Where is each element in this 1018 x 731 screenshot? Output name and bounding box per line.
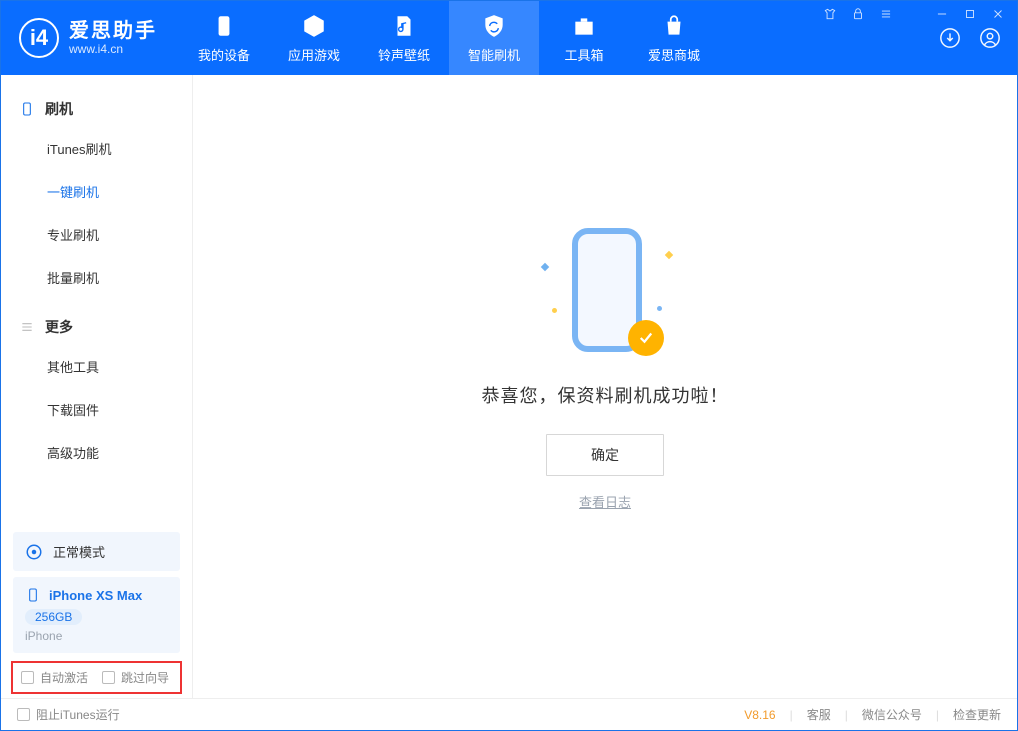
sidebar-bottom: 正常模式 iPhone XS Max 256GB iPhone 自动激活 跳过向… [1,526,192,698]
title-bar: i4 爱思助手 www.i4.cn 我的设备 应用游戏 铃声壁纸 智能刷机 [1,1,1017,75]
close-button[interactable] [989,7,1007,21]
status-bar: 阻止iTunes运行 V8.16 | 客服 | 微信公众号 | 检查更新 [1,698,1017,730]
sidebar-item-oneclick-flash[interactable]: 一键刷机 [1,170,192,213]
shield-sync-icon [481,13,507,39]
dot-icon [552,308,557,313]
nav-tabs: 我的设备 应用游戏 铃声壁纸 智能刷机 工具箱 爱思商城 [179,1,719,75]
skip-guide-checkbox[interactable]: 跳过向导 [102,669,169,686]
mode-card[interactable]: 正常模式 [13,532,180,571]
bag-icon [661,13,687,39]
list-icon [19,319,35,335]
sidebar-section-flash: 刷机 [1,93,192,127]
sidebar-item-batch-flash[interactable]: 批量刷机 [1,256,192,299]
tab-ring-wall[interactable]: 铃声壁纸 [359,1,449,75]
sidebar-item-download-fw[interactable]: 下载固件 [1,388,192,431]
tab-toolbox[interactable]: 工具箱 [539,1,629,75]
chk-label: 跳过向导 [121,669,169,686]
dot-icon [657,306,662,311]
separator: | [790,708,793,722]
cube-icon [301,13,327,39]
app-url: www.i4.cn [69,42,157,56]
mode-icon [25,543,43,561]
lock-icon[interactable] [849,7,867,21]
highlighted-options: 自动激活 跳过向导 [11,661,182,694]
sidebar-item-advanced[interactable]: 高级功能 [1,431,192,474]
sidebar-item-other-tools[interactable]: 其他工具 [1,345,192,388]
tab-label: 智能刷机 [468,45,520,64]
sparkle-icon [665,251,673,259]
menu-icon[interactable] [877,7,895,21]
device-icon [19,101,35,117]
toolbox-icon [571,13,597,39]
tab-label: 工具箱 [564,45,603,64]
device-card[interactable]: iPhone XS Max 256GB iPhone [13,577,180,653]
device-phone-icon [25,587,41,603]
tab-label: 爱思商城 [648,45,700,64]
wechat-link[interactable]: 微信公众号 [862,706,922,723]
mode-label: 正常模式 [53,542,105,561]
separator: | [845,708,848,722]
music-file-icon [391,13,417,39]
logo-icon: i4 [19,18,59,58]
main-content: 恭喜您，保资料刷机成功啦！ 确定 查看日志 [193,75,1017,698]
chk-label: 阻止iTunes运行 [36,706,120,723]
device-capacity: 256GB [25,609,82,625]
window-controls [821,7,1007,21]
download-button[interactable] [937,25,963,51]
phone-icon [211,13,237,39]
support-link[interactable]: 客服 [807,706,831,723]
sidebar-item-pro-flash[interactable]: 专业刷机 [1,213,192,256]
tab-label: 铃声壁纸 [378,45,430,64]
app-logo: i4 爱思助手 www.i4.cn [1,1,179,75]
section-label: 刷机 [45,99,73,119]
spacer-icon [905,7,923,21]
tab-store[interactable]: 爱思商城 [629,1,719,75]
section-label: 更多 [45,317,73,337]
app-title: 爱思助手 [69,20,157,42]
body: 刷机 iTunes刷机 一键刷机 专业刷机 批量刷机 更多 其他工具 下载固件 … [1,75,1017,698]
check-badge-icon [628,320,664,356]
version-label: V8.16 [744,708,775,722]
sparkle-icon [541,263,549,271]
success-message: 恭喜您，保资料刷机成功啦！ [482,382,729,408]
separator: | [936,708,939,722]
minimize-button[interactable] [933,7,951,21]
footer-right: V8.16 | 客服 | 微信公众号 | 检查更新 [744,706,1001,723]
tab-apps-games[interactable]: 应用游戏 [269,1,359,75]
block-itunes-checkbox[interactable]: 阻止iTunes运行 [17,706,120,723]
sidebar: 刷机 iTunes刷机 一键刷机 专业刷机 批量刷机 更多 其他工具 下载固件 … [1,75,193,698]
sidebar-item-itunes-flash[interactable]: iTunes刷机 [1,127,192,170]
success-illustration [540,222,670,362]
maximize-button[interactable] [961,7,979,21]
device-name: iPhone XS Max [49,588,142,603]
tab-smart-flash[interactable]: 智能刷机 [449,1,539,75]
ok-button[interactable]: 确定 [546,434,664,476]
chk-label: 自动激活 [40,669,88,686]
device-type: iPhone [25,629,168,643]
auto-activate-checkbox[interactable]: 自动激活 [21,669,88,686]
tab-label: 我的设备 [198,45,250,64]
success-panel: 恭喜您，保资料刷机成功啦！ 确定 查看日志 [482,222,729,511]
sidebar-section-more: 更多 [1,311,192,345]
tab-my-device[interactable]: 我的设备 [179,1,269,75]
view-log-link[interactable]: 查看日志 [579,492,631,511]
app-window: i4 爱思助手 www.i4.cn 我的设备 应用游戏 铃声壁纸 智能刷机 [0,0,1018,731]
shirt-icon[interactable] [821,7,839,21]
user-button[interactable] [977,25,1003,51]
tab-label: 应用游戏 [288,45,340,64]
check-update-link[interactable]: 检查更新 [953,706,1001,723]
